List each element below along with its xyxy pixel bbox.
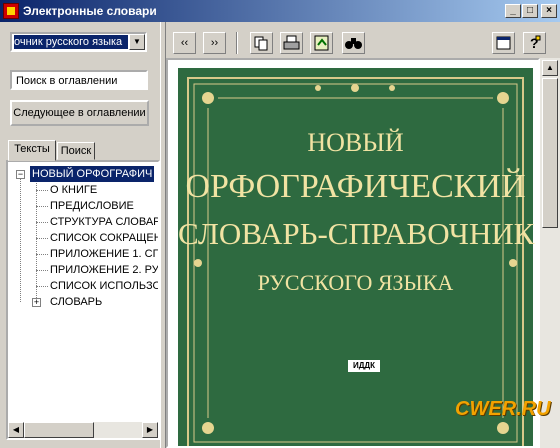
tree-item-label: СТРУКТУРА СЛОВАР (50, 216, 160, 228)
tree-item[interactable]: ПРИЛОЖЕНИЕ 1. СП (8, 246, 158, 262)
cover-ornament (187, 77, 524, 446)
watermark-logo: CWER.RU (455, 398, 551, 420)
scroll-up-icon[interactable]: ▲ (542, 60, 558, 76)
settings-button[interactable] (492, 32, 515, 54)
tab-search[interactable]: Поиск (57, 142, 95, 160)
dropdown-arrow-icon[interactable]: ▼ (129, 34, 145, 50)
window-title: Электронные словари (23, 4, 157, 18)
cover-title-line1: НОВЫЙ (307, 128, 404, 157)
scroll-left-icon[interactable]: ◀ (8, 422, 24, 438)
tree-item[interactable]: СПИСОК СОКРАЩЕН (8, 230, 158, 246)
tree-item-label: СЛОВАРЬ (50, 296, 103, 308)
tab-texts[interactable]: Тексты (8, 140, 56, 161)
find-button[interactable] (342, 32, 365, 54)
tree-item-label: О КНИГЕ (50, 184, 98, 196)
app-icon (3, 3, 19, 19)
tree-item-label: ПРИЛОЖЕНИЕ 1. СП (50, 248, 160, 260)
cover-title-line3: СЛОВАРЬ-СПРАВОЧНИК (178, 216, 535, 251)
book-cover: НОВЫЙ ОРФОГРАФИЧЕСКИЙ СЛОВАРЬ-СПРАВОЧНИК… (178, 68, 535, 446)
expand-icon[interactable]: + (32, 298, 41, 307)
print-button[interactable] (280, 32, 303, 54)
tree-item[interactable]: ПРЕДИСЛОВИЕ (8, 198, 158, 214)
toolbar-separator (236, 32, 238, 54)
export-icon (314, 35, 329, 51)
back-button[interactable]: ‹‹ (173, 32, 196, 54)
cover-title-line2: ОРФОГРАФИЧЕСКИЙ (185, 168, 526, 205)
copy-button[interactable] (250, 32, 273, 54)
scroll-right-icon[interactable]: ▶ (142, 422, 158, 438)
cover-title-line4: РУССКОГО ЯЗЫКА (257, 270, 454, 295)
tree-item-label: ПРИЛОЖЕНИЕ 2. РУ (50, 264, 159, 276)
next-in-contents-button[interactable]: Следующее в оглавлении (10, 100, 149, 126)
close-button[interactable]: × (541, 4, 557, 18)
tree-item[interactable]: О КНИГЕ (8, 182, 158, 198)
publisher-badge: ИДДК (348, 360, 380, 372)
scroll-thumb[interactable] (24, 422, 94, 438)
maximize-button[interactable]: □ (522, 4, 538, 18)
tree-item-label: НОВЫЙ ОРФОГРАФИЧ (30, 166, 155, 182)
help-icon: ? (530, 35, 541, 51)
scroll-thumb[interactable] (542, 78, 558, 228)
help-button[interactable]: ? (523, 32, 546, 54)
tree-item-label: СПИСОК ИСПОЛЬЗО (50, 280, 160, 292)
minimize-button[interactable]: _ (505, 4, 521, 18)
copy-icon (254, 36, 268, 51)
document-viewer[interactable]: НОВЫЙ ОРФОГРАФИЧЕСКИЙ СЛОВАРЬ-СПРАВОЧНИК… (166, 58, 540, 448)
tree-item[interactable]: СПИСОК ИСПОЛЬЗО (8, 278, 158, 294)
viewer-vertical-scrollbar[interactable]: ▲ (540, 58, 560, 448)
tree-item-label: СПИСОК СОКРАЩЕН (50, 232, 160, 244)
tree-horizontal-scrollbar[interactable]: ◀ ▶ (8, 422, 158, 438)
contents-tree: − НОВЫЙ ОРФОГРАФИЧ О КНИГЕ ПРЕДИСЛОВИЕ С… (6, 160, 160, 440)
tree-item-root[interactable]: − НОВЫЙ ОРФОГРАФИЧ (8, 166, 158, 182)
tree-item[interactable]: ПРИЛОЖЕНИЕ 2. РУ (8, 262, 158, 278)
title-bar[interactable]: Электронные словари _ □ × (0, 0, 560, 22)
tree-item[interactable]: + СЛОВАРЬ (8, 294, 158, 310)
collapse-icon[interactable]: − (16, 170, 25, 179)
print-icon (283, 35, 300, 50)
binoculars-icon (345, 38, 362, 49)
dictionary-select-value: очник русского языка (14, 35, 128, 49)
tree-item[interactable]: СТРУКТУРА СЛОВАР (8, 214, 158, 230)
forward-button[interactable]: ›› (203, 32, 226, 54)
tree-item-label: ПРЕДИСЛОВИЕ (50, 200, 134, 212)
contents-search-input[interactable]: Поиск в оглавлении (10, 70, 148, 90)
toolbar: ‹‹ ›› ? (166, 24, 560, 60)
dictionary-select[interactable]: очник русского языка ▼ (10, 32, 147, 52)
settings-icon (496, 36, 511, 50)
export-button[interactable] (310, 32, 333, 54)
